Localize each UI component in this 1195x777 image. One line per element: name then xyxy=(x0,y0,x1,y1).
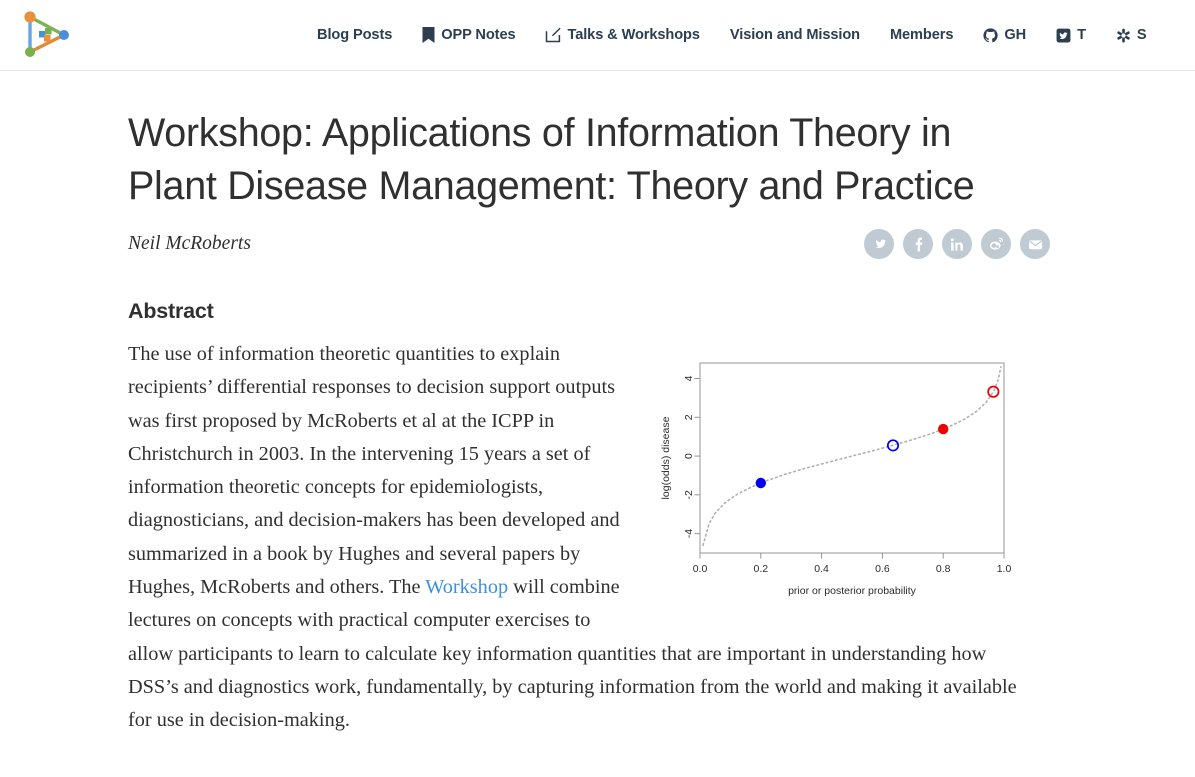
share-buttons xyxy=(864,229,1050,259)
nav-label-blog-posts: Blog Posts xyxy=(317,27,393,43)
abstract-part-1: The use of information theoretic quantit… xyxy=(128,343,620,599)
pencil-square-icon xyxy=(545,27,562,43)
x-tick-label: 1.0 xyxy=(997,563,1012,575)
data-point-posterior-positive xyxy=(987,385,1000,398)
twitter-icon xyxy=(1056,28,1071,43)
envelope-icon xyxy=(1028,239,1042,249)
nav-label-twitter: T xyxy=(1077,27,1086,43)
nav-item-github[interactable]: GH xyxy=(983,27,1026,43)
twitter-icon xyxy=(875,239,886,248)
nav-item-vision-and-mission[interactable]: Vision and Mission xyxy=(730,27,860,43)
nav-item-keybase[interactable]: S xyxy=(1116,27,1147,43)
plot-border xyxy=(699,362,1005,554)
nav-label-vision-and-mission: Vision and Mission xyxy=(729,27,860,43)
email-share-button[interactable] xyxy=(1020,229,1050,259)
x-tick-label: 0.2 xyxy=(753,563,768,575)
bookmark-icon xyxy=(422,27,435,43)
post-page: Workshop: Applications of Information Th… xyxy=(0,107,1195,738)
x-axis-label: prior or posterior probability xyxy=(788,585,917,597)
keybase-icon xyxy=(1116,28,1131,43)
twitter-share-button[interactable] xyxy=(864,229,894,259)
y-tick-label: -2 xyxy=(683,490,695,499)
nav-item-twitter[interactable]: T xyxy=(1056,27,1086,43)
nav-label-members: Members xyxy=(889,27,954,43)
y-tick-label: 4 xyxy=(683,375,695,381)
nav-label-github: GH xyxy=(1004,27,1027,43)
logit-curve xyxy=(702,366,1002,547)
weibo-share-button[interactable] xyxy=(981,229,1011,259)
y-axis-label: log(odds) disease xyxy=(660,416,672,499)
facebook-icon xyxy=(915,237,922,251)
x-tick-label: 0.8 xyxy=(936,563,951,575)
weibo-icon xyxy=(989,237,1004,250)
facebook-share-button[interactable] xyxy=(903,229,933,259)
abstract-heading: Abstract xyxy=(128,299,214,323)
x-tick-label: 0.4 xyxy=(814,563,829,575)
nav-label-opp-notes: OPP Notes xyxy=(441,27,516,43)
logo-graph-icon xyxy=(24,11,69,57)
nav-label-keybase: S xyxy=(1136,27,1147,43)
y-tick-label: -4 xyxy=(683,529,695,538)
post-author: Neil McRoberts xyxy=(128,233,251,254)
x-tick-label: 0.6 xyxy=(875,563,890,575)
x-tick-label: 0.0 xyxy=(693,563,708,575)
site-logo[interactable] xyxy=(14,6,86,64)
data-point-prior-positive xyxy=(938,423,949,435)
main-navigation: Blog Posts OPP Notes Talks & Workshops V… xyxy=(317,27,1147,43)
data-point-prior-negative xyxy=(755,477,766,489)
workshop-link[interactable]: Workshop xyxy=(425,576,508,598)
logit-chart-figure: 0.0 0.2 0.4 0.6 0.8 1.0 4 2 0 -2 -4 prior or poster… xyxy=(658,352,1028,602)
logit-plot: 0.0 0.2 0.4 0.6 0.8 1.0 4 2 0 -2 -4 prior or poster… xyxy=(660,362,1012,597)
abstract-section: Abstract 0.0 0.2 0.4 0.6 0.8 1.0 4 2 0 -2 -4 prior … xyxy=(128,299,1028,738)
nav-item-blog-posts[interactable]: Blog Posts xyxy=(317,27,392,43)
site-header: Blog Posts OPP Notes Talks & Workshops V… xyxy=(0,0,1195,71)
nav-item-talks-workshops[interactable]: Talks & Workshops xyxy=(545,27,700,43)
linkedin-icon xyxy=(950,237,963,251)
y-tick-label: 0 xyxy=(683,453,695,459)
y-tick-label: 2 xyxy=(683,414,695,420)
nav-label-talks-workshops: Talks & Workshops xyxy=(567,27,700,43)
nav-item-members[interactable]: Members xyxy=(890,27,953,43)
nav-item-opp-notes[interactable]: OPP Notes xyxy=(422,27,516,43)
linkedin-share-button[interactable] xyxy=(942,229,972,259)
github-icon xyxy=(983,27,999,43)
page-title: Workshop: Applications of Information Th… xyxy=(128,111,975,208)
author-and-share-row: Neil McRoberts xyxy=(128,229,1050,259)
